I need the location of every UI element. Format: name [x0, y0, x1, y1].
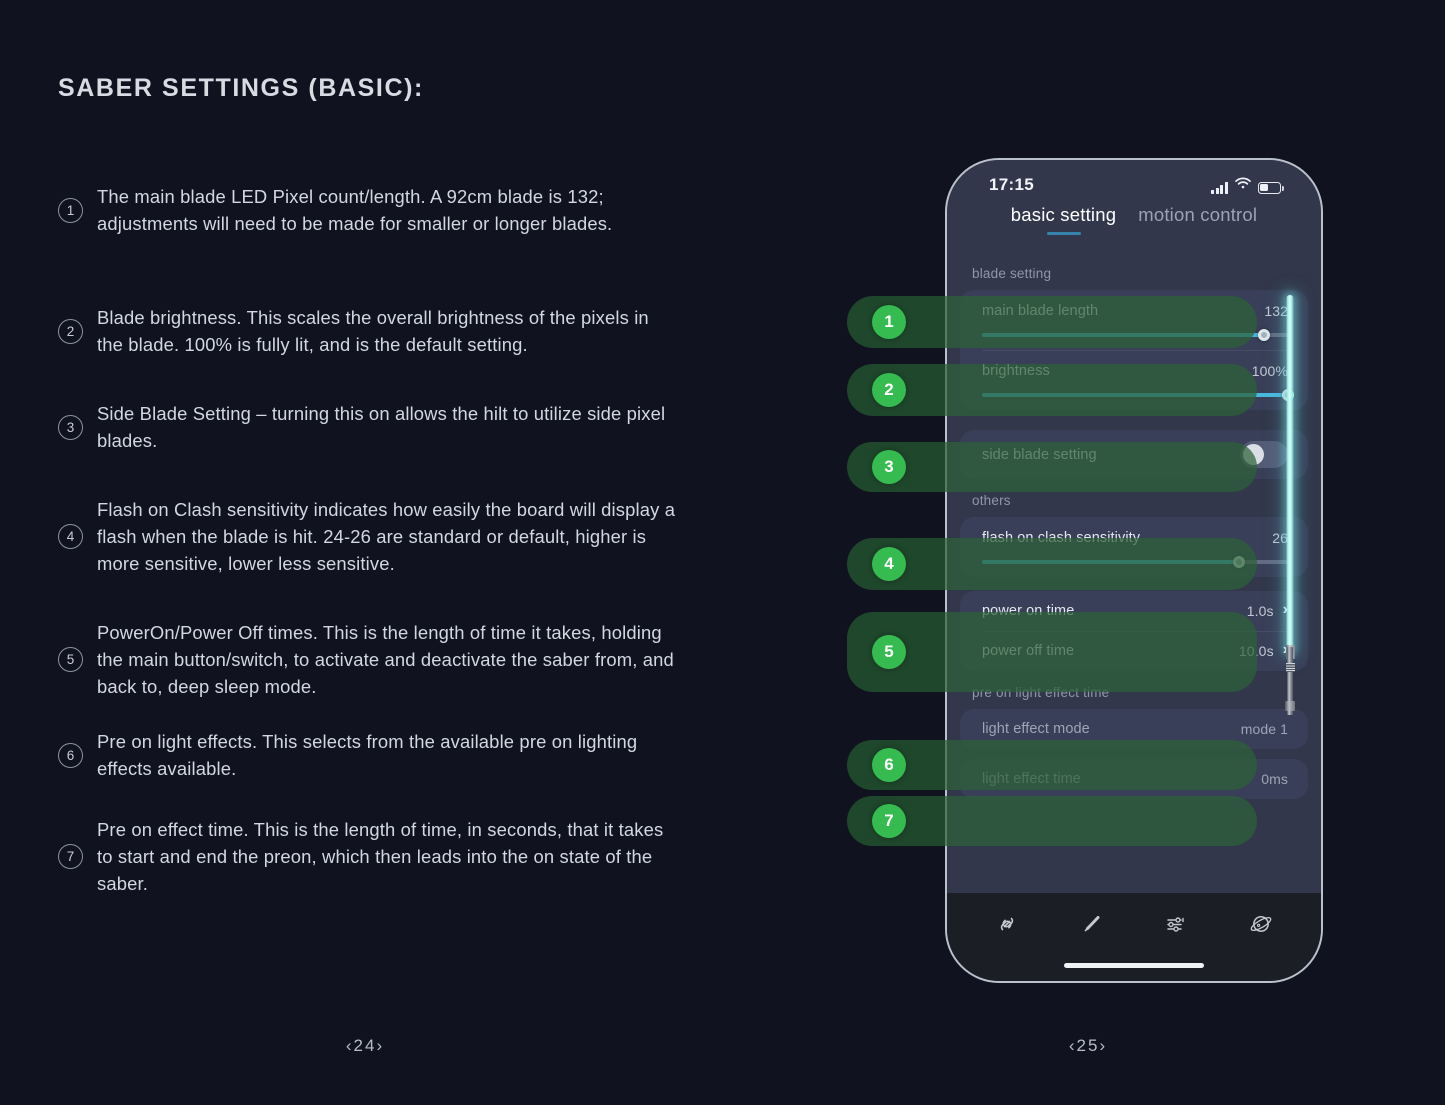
callout-badge: 7 [872, 804, 906, 838]
note-text: Flash on Clash sensitivity indicates how… [97, 498, 676, 574]
callout-badge: 5 [872, 635, 906, 669]
note-number: 6 [58, 742, 83, 768]
row-value: 0ms [1261, 771, 1288, 787]
status-bar: 17:15 [947, 170, 1321, 200]
callout-3: 3 [847, 442, 1257, 492]
note-text: The main blade LED Pixel count/length. A… [97, 186, 613, 234]
note-item: 1 The main blade LED Pixel count/length.… [58, 168, 698, 252]
notes-list: 1 The main blade LED Pixel count/length.… [58, 168, 698, 924]
row-value: 1.0s [1246, 603, 1274, 619]
home-indicator [1064, 962, 1204, 968]
planet-icon[interactable] [1246, 909, 1276, 944]
manual-page: SABER SETTINGS (BASIC): 1 The main blade… [0, 0, 1445, 1105]
note-number: 1 [58, 197, 83, 223]
note-item: 2 Blade brightness. This scales the over… [58, 289, 698, 373]
note-item: 7 Pre on effect time. This is the length… [58, 814, 698, 898]
note-text: Blade brightness. This scales the overal… [97, 307, 649, 355]
sliders-settings-icon[interactable] [1161, 909, 1191, 944]
callout-1: 1 [847, 296, 1257, 348]
callout-badge: 4 [872, 547, 906, 581]
row-label: light effect mode [982, 721, 1090, 737]
callout-4: 4 [847, 538, 1257, 590]
wifi-icon [1235, 176, 1251, 194]
callout-badge: 6 [872, 748, 906, 782]
callout-2: 2 [847, 364, 1257, 416]
note-item: 5 PowerOn/Power Off times. This is the l… [58, 617, 698, 701]
note-number: 7 [58, 843, 83, 869]
battery-icon [1258, 182, 1284, 194]
callout-6: 6 [847, 740, 1257, 790]
note-number: 2 [58, 318, 83, 344]
link-chain-icon[interactable] [992, 909, 1022, 944]
tab-motion-control[interactable]: motion control [1138, 204, 1257, 235]
lightsaber-graphic [1279, 295, 1301, 715]
page-number-left[interactable]: ‹24› [305, 1036, 425, 1056]
note-text: PowerOn/Power Off times. This is the len… [97, 621, 674, 697]
cellular-signal-icon [1211, 182, 1228, 194]
note-number: 4 [58, 523, 83, 549]
page-number-right[interactable]: ‹25› [1028, 1036, 1148, 1056]
callout-badge: 2 [872, 373, 906, 407]
callout-badge: 1 [872, 305, 906, 339]
note-item: 4 Flash on Clash sensitivity indicates h… [58, 481, 698, 591]
note-text: Side Blade Setting – turning this on all… [97, 403, 666, 451]
note-number: 3 [58, 414, 83, 440]
row-value: mode 1 [1240, 721, 1288, 737]
callout-7: 7 [847, 796, 1257, 846]
tab-basic-setting[interactable]: basic setting [1011, 204, 1116, 235]
note-item: 3 Side Blade Setting – turning this on a… [58, 399, 698, 455]
saber-grip [1285, 663, 1295, 672]
saber-pen-icon[interactable] [1077, 909, 1107, 944]
note-number: 5 [58, 646, 83, 672]
phone-tabs: basic setting motion control [947, 204, 1321, 235]
callout-5: 5 [847, 612, 1257, 692]
callout-badge: 3 [872, 450, 906, 484]
note-item: 6 Pre on light effects. This selects fro… [58, 727, 698, 783]
section-label-blade-setting: blade setting [972, 266, 1052, 281]
page-title: SABER SETTINGS (BASIC): [58, 74, 424, 102]
left-column: SABER SETTINGS (BASIC): 1 The main blade… [0, 0, 760, 1105]
note-text: Pre on light effects. This selects from … [97, 731, 638, 779]
saber-blade [1286, 295, 1294, 653]
note-text: Pre on effect time. This is the length o… [97, 818, 664, 894]
status-clock: 17:15 [989, 175, 1034, 194]
saber-pommel [1285, 701, 1295, 711]
status-icons [1211, 176, 1284, 194]
